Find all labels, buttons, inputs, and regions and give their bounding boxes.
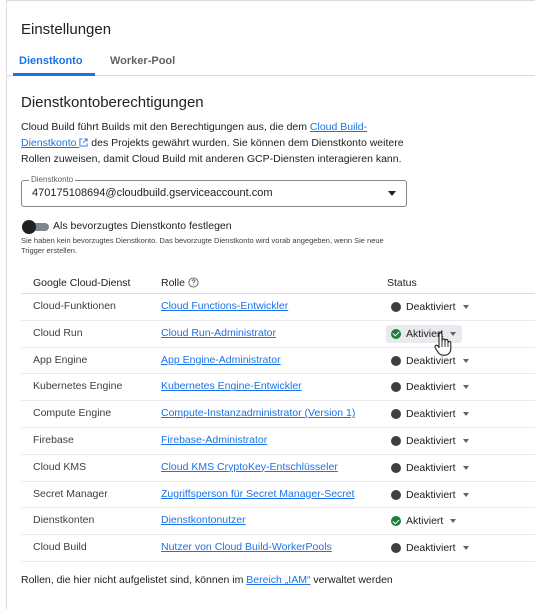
table-row: Secret Manager Zugriffsperson für Secret … [21, 482, 535, 509]
check-circle-icon [391, 328, 401, 339]
status-label: Deaktiviert [406, 381, 456, 394]
table-row: Cloud-Funktionen Cloud Functions-Entwickl… [21, 294, 535, 321]
status-label: Deaktiviert [406, 542, 456, 555]
settings-panel: Einstellungen Dienstkonto Worker-Pool Di… [6, 0, 535, 609]
section-description: Cloud Build führt Builds mit den Berecht… [21, 119, 411, 167]
header-status: Status [387, 277, 417, 289]
status-label: Deaktiviert [406, 301, 456, 313]
toggle-help-text: Sie haben kein bevorzugtes Dienstkonto. … [21, 236, 384, 255]
table-row: Firebase Firebase-Administrator Deaktivier… [21, 428, 535, 455]
select-value: 470175108694@cloudbuild.gserviceaccount.… [32, 187, 273, 199]
table-row: Kubernetes Engine Kubernetes Engine-Entwi… [21, 374, 535, 402]
chevron-down-icon [462, 546, 469, 551]
status-dot-icon [391, 489, 401, 500]
table-row: Cloud Run Cloud Run-Administrator Aktivier… [21, 321, 535, 348]
chevron-down-icon [462, 305, 469, 309]
status-dropdown[interactable]: Deaktiviert [386, 352, 475, 370]
help-icon[interactable] [188, 277, 199, 288]
status-dropdown[interactable]: Deaktiviert [386, 459, 475, 477]
service-name: Kubernetes Engine [33, 380, 123, 393]
role-link[interactable]: App Engine-Administrator [161, 354, 281, 366]
status-dropdown[interactable]: Deaktiviert [386, 432, 475, 450]
table-row: App Engine App Engine-Administrator Deakti… [21, 348, 535, 375]
hand-cursor-icon [434, 332, 452, 356]
role-link[interactable]: Cloud Run-Administrator [161, 327, 276, 339]
table-header: Google Cloud-Dienst Rolle Status [21, 273, 535, 294]
chevron-down-icon [450, 519, 457, 524]
status-label: Aktiviert [406, 515, 444, 528]
status-label: Deaktiviert [406, 408, 456, 421]
chevron-down-icon [462, 412, 469, 417]
service-name: Cloud KMS [33, 460, 87, 473]
status-dot-icon [391, 462, 401, 473]
status-label: Deaktiviert [406, 434, 456, 447]
footer-text-1: Rollen, die hier nicht aufgelistet sind,… [21, 574, 247, 586]
table-row: Dienstkonten Dienstkontonutzer Aktiviert [21, 508, 535, 536]
footer-text-2: verwaltet werden [310, 574, 393, 586]
service-name: Cloud-Funktionen [33, 300, 116, 312]
service-name: Secret Manager [33, 487, 108, 500]
status-dropdown[interactable]: Deaktiviert [386, 298, 475, 316]
preferred-account-toggle[interactable] [21, 220, 51, 234]
desc-text-1: Cloud Build führt Builds mit den Berecht… [21, 121, 310, 133]
service-name: Cloud Build [33, 541, 87, 554]
role-link[interactable]: Cloud KMS CryptoKey-Entschlüsseler [161, 461, 338, 473]
iam-link[interactable]: Bereich „IAM“ [246, 574, 310, 586]
chevron-down-icon [462, 385, 469, 390]
status-dot-icon [391, 355, 401, 366]
table-row: Compute Engine Compute-Instanzadministrat… [21, 401, 535, 428]
chevron-down-icon [462, 358, 469, 363]
role-link[interactable]: Kubernetes Engine-Entwickler [161, 380, 302, 392]
role-link[interactable]: Zugriffsperson für Secret Manager-Secret [161, 488, 355, 500]
section-title: Dienstkontoberechtigungen [21, 94, 204, 111]
tab-worker-pool[interactable]: Worker-Pool [110, 55, 175, 67]
chevron-down-icon [462, 465, 469, 470]
service-name: Firebase [33, 433, 74, 446]
status-dot-icon [391, 435, 401, 446]
chevron-down-icon [462, 492, 469, 497]
status-dot-icon [391, 382, 401, 393]
service-name: Compute Engine [33, 407, 112, 420]
status-dropdown[interactable]: Deaktiviert [386, 405, 475, 423]
footer-note: Rollen, die hier nicht aufgelistet sind,… [21, 574, 393, 586]
chevron-down-icon [462, 438, 469, 443]
role-link[interactable]: Cloud Functions-Entwickler [161, 300, 288, 312]
service-name: Dienstkonten [33, 514, 95, 527]
header-service: Google Cloud-Dienst [33, 277, 131, 289]
service-name: App Engine [33, 353, 88, 366]
service-account-select[interactable]: Dienstkonto 470175108694@cloudbuild.gser… [21, 175, 407, 207]
toggle-label: Als bevorzugtes Dienstkonto festlegen [53, 220, 232, 232]
tab-dienstkonto[interactable]: Dienstkonto [19, 55, 83, 67]
status-dot-icon [391, 409, 401, 420]
chevron-down-icon [388, 191, 396, 196]
status-dropdown[interactable]: Deaktiviert [386, 378, 475, 396]
select-label: Dienstkonto [29, 175, 76, 184]
role-link[interactable]: Nutzer von Cloud Build-WorkerPools [161, 541, 332, 553]
active-tab-indicator [13, 73, 95, 76]
status-dropdown[interactable]: Deaktiviert [386, 486, 475, 504]
check-circle-icon [391, 516, 401, 527]
page-title: Einstellungen [21, 21, 112, 38]
table-row: Cloud Build Nutzer von Cloud Build-Worker… [21, 535, 535, 562]
role-link[interactable]: Firebase-Administrator [161, 434, 267, 446]
service-name: Cloud Run [33, 326, 83, 339]
status-dropdown[interactable]: Aktiviert [386, 512, 462, 530]
table-row: Cloud KMS Cloud KMS CryptoKey-Entschlüsse… [21, 455, 535, 482]
status-dot-icon [391, 302, 401, 312]
status-dropdown[interactable]: Deaktiviert [386, 539, 475, 557]
header-role: Rolle [161, 277, 199, 289]
status-label: Deaktiviert [406, 488, 456, 501]
roles-table: Google Cloud-Dienst Rolle Status Cloud-F… [21, 273, 535, 562]
role-link[interactable]: Compute-Instanzadministrator (Version 1) [161, 407, 355, 419]
role-link[interactable]: Dienstkontonutzer [161, 514, 246, 526]
status-dot-icon [391, 543, 401, 554]
status-label: Deaktiviert [406, 461, 456, 474]
toggle-knob [22, 220, 36, 234]
tab-bar: Dienstkonto Worker-Pool [7, 49, 535, 76]
